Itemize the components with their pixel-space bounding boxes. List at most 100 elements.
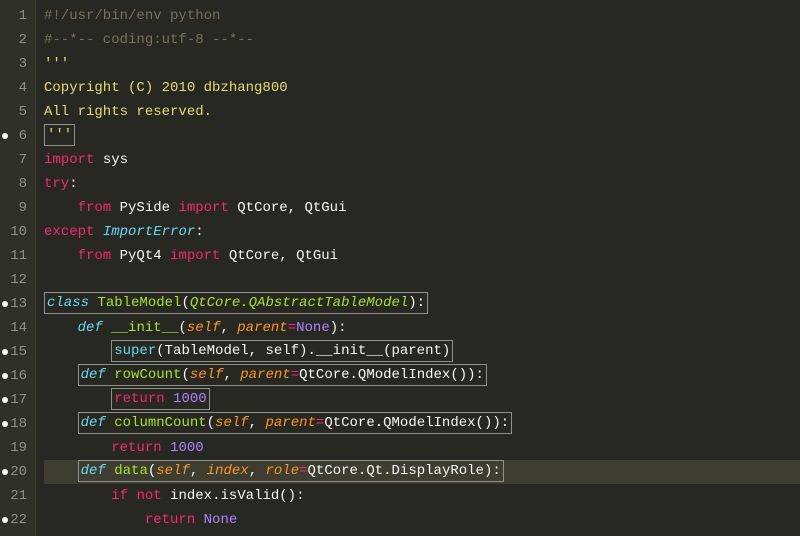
- token: PySide: [111, 200, 178, 216]
- code-line[interactable]: from PySide import QtCore, QtGui: [44, 196, 800, 220]
- token: None: [204, 512, 238, 528]
- selection-box: def columnCount(self, parent=QtCore.QMod…: [78, 412, 513, 434]
- indent: [44, 440, 111, 456]
- token: def: [78, 320, 103, 336]
- line-number: 16: [4, 364, 27, 388]
- code-line[interactable]: #--*-- coding:utf-8 --*--: [44, 28, 800, 52]
- indent: [44, 320, 78, 336]
- token: ):: [330, 320, 347, 336]
- token: from: [78, 248, 112, 264]
- line-number: 7: [4, 148, 27, 172]
- code-line[interactable]: def data(self, index, role=QtCore.Qt.Dis…: [44, 460, 800, 484]
- line-number: 10: [4, 220, 27, 244]
- token: (: [178, 320, 186, 336]
- token: PyQt4: [111, 248, 170, 264]
- code-line[interactable]: def columnCount(self, parent=QtCore.QMod…: [44, 412, 800, 436]
- code-line[interactable]: return 1000: [44, 388, 800, 412]
- indent: [44, 416, 78, 432]
- code-line[interactable]: import sys: [44, 148, 800, 172]
- token: [106, 367, 114, 383]
- line-number: 14: [4, 316, 27, 340]
- token: index: [207, 463, 249, 479]
- token: columnCount: [114, 415, 206, 431]
- line-number: 12: [4, 268, 27, 292]
- token: QtCore.QModelIndex()):: [324, 415, 509, 431]
- token: role: [266, 463, 300, 479]
- token: return: [114, 391, 164, 407]
- line-number: 8: [4, 172, 27, 196]
- token: ''': [44, 56, 69, 72]
- token: def: [81, 415, 106, 431]
- line-number: 2: [4, 28, 27, 52]
- code-editor[interactable]: 12345678910111213141516171819202122 #!/u…: [0, 0, 800, 536]
- code-line[interactable]: return None: [44, 508, 800, 532]
- token: if: [111, 488, 128, 504]
- token: QtCore, QtGui: [229, 200, 347, 216]
- code-area[interactable]: #!/usr/bin/env python #--*-- coding:utf-8…: [36, 0, 800, 536]
- code-line[interactable]: [44, 268, 800, 292]
- token: #!/usr/bin/env python: [44, 8, 220, 24]
- code-line[interactable]: def __init__(self, parent=None):: [44, 316, 800, 340]
- indent: [44, 488, 111, 504]
- line-number: 11: [4, 244, 27, 268]
- token: [165, 391, 173, 407]
- code-line[interactable]: Copyright (C) 2010 dbzhang800: [44, 76, 800, 100]
- code-line[interactable]: from PyQt4 import QtCore, QtGui: [44, 244, 800, 268]
- token: (: [181, 295, 189, 311]
- code-line[interactable]: except ImportError:: [44, 220, 800, 244]
- token: return: [145, 512, 195, 528]
- token: TableModel: [97, 295, 181, 311]
- token: def: [81, 463, 106, 479]
- code-line[interactable]: ''': [44, 52, 800, 76]
- line-number: 13: [4, 292, 27, 316]
- line-number-gutter: 12345678910111213141516171819202122: [0, 0, 36, 536]
- code-line[interactable]: return 1000: [44, 436, 800, 460]
- selection-box: class TableModel(QtCore.QAbstractTableMo…: [44, 292, 428, 314]
- line-number: 15: [4, 340, 27, 364]
- token: try: [44, 176, 69, 192]
- code-line[interactable]: class TableModel(QtCore.QAbstractTableMo…: [44, 292, 800, 316]
- token: [162, 440, 170, 456]
- token: parent: [240, 367, 290, 383]
- code-line[interactable]: ''': [44, 124, 800, 148]
- line-number: 20: [4, 460, 27, 484]
- token: ''': [47, 127, 72, 143]
- indent: [44, 464, 78, 480]
- code-line[interactable]: super(TableModel, self).__init__(parent): [44, 340, 800, 364]
- bookmark-dot-icon: [2, 373, 8, 379]
- token: parent: [265, 415, 315, 431]
- bookmark-dot-icon: [2, 133, 8, 139]
- code-line[interactable]: #!/usr/bin/env python: [44, 4, 800, 28]
- token: not: [136, 488, 161, 504]
- token: (: [148, 463, 156, 479]
- selection-box: def rowCount(self, parent=QtCore.QModelI…: [78, 364, 487, 386]
- indent: [44, 368, 78, 384]
- token: __init__: [111, 320, 178, 336]
- bookmark-dot-icon: [2, 397, 8, 403]
- token: self: [215, 415, 249, 431]
- token: :: [195, 224, 203, 240]
- token: =: [299, 463, 307, 479]
- indent: [44, 392, 111, 408]
- line-number: 5: [4, 100, 27, 124]
- code-line[interactable]: try:: [44, 172, 800, 196]
- token: import: [44, 152, 94, 168]
- bookmark-dot-icon: [2, 349, 8, 355]
- token: ,: [220, 320, 237, 336]
- token: data: [114, 463, 148, 479]
- selection-box: return 1000: [111, 388, 209, 410]
- selection-box: super(TableModel, self).__init__(parent): [111, 340, 453, 362]
- indent: [44, 248, 78, 264]
- token: self: [190, 367, 224, 383]
- line-number: 6: [4, 124, 27, 148]
- token: sys: [94, 152, 128, 168]
- line-number: 3: [4, 52, 27, 76]
- token: from: [78, 200, 112, 216]
- token: =: [291, 367, 299, 383]
- indent: [44, 344, 111, 360]
- line-number: 19: [4, 436, 27, 460]
- code-line[interactable]: if not index.isValid():: [44, 484, 800, 508]
- token: QtCore.QModelIndex()):: [299, 367, 484, 383]
- code-line[interactable]: def rowCount(self, parent=QtCore.QModelI…: [44, 364, 800, 388]
- code-line[interactable]: All rights reserved.: [44, 100, 800, 124]
